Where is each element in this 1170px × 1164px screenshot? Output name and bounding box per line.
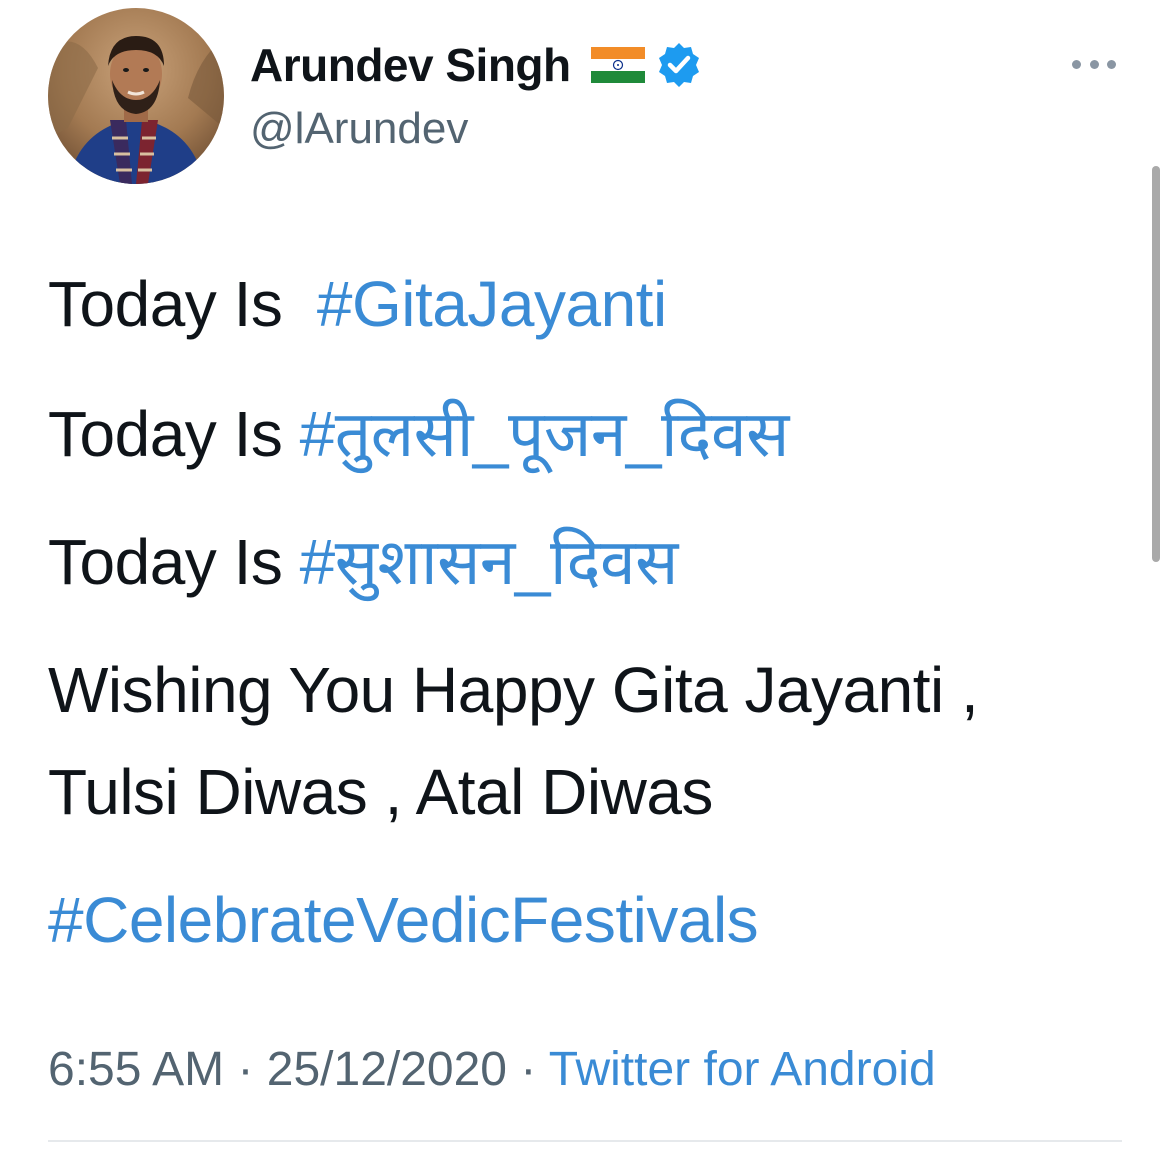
avatar-photo [48,8,224,184]
tweet-message-line1: Wishing You Happy Gita Jayanti , [48,654,979,726]
hashtag-link[interactable]: #सुशासन_दिवस [300,526,679,598]
tweet-message-line2: Tulsi Diwas , Atal Diwas [48,756,713,828]
author-handle[interactable]: @lArundev [250,104,468,154]
hashtag-link[interactable]: #GitaJayanti [317,268,667,340]
line-prefix: Today Is [48,398,300,470]
tweet-line: #CelebrateVedicFestivals [48,882,1128,958]
meta-separator: · [507,1043,549,1096]
display-name[interactable]: Arundev Singh [250,38,571,92]
verified-badge-icon [655,41,703,89]
tweet-date[interactable]: 25/12/2020 [267,1043,507,1096]
more-dot [1072,59,1081,69]
tweet-line: Today Is #GitaJayanti [48,266,1128,342]
line-prefix: Today Is [48,268,317,340]
more-dot [1089,59,1099,69]
divider [48,1140,1122,1142]
more-options-icon[interactable] [1072,52,1116,76]
more-dot [1107,59,1116,69]
tweet-line: Today Is #सुशासन_दिवस [48,524,1128,600]
tweet: Arundev Singh @lArundev Today Is #GitaJa… [0,0,1170,1164]
scrollbar[interactable] [1152,166,1160,562]
tweet-source-link[interactable]: Twitter for Android [549,1043,936,1096]
meta-separator: · [224,1043,267,1096]
line-prefix: Today Is [48,526,300,598]
hashtag-link[interactable]: #तुलसी_पूजन_दिवस [300,398,790,470]
tweet-time[interactable]: 6:55 AM [48,1043,224,1096]
tweet-line: Today Is #तुलसी_पूजन_दिवस [48,396,1128,472]
india-flag-icon [590,47,645,83]
hashtag-link[interactable]: #CelebrateVedicFestivals [48,884,759,956]
tweet-metadata: 6:55 AM · 25/12/2020 · Twitter for Andro… [48,1040,936,1100]
author-name-row[interactable]: Arundev Singh [250,34,703,96]
avatar[interactable] [48,8,224,184]
